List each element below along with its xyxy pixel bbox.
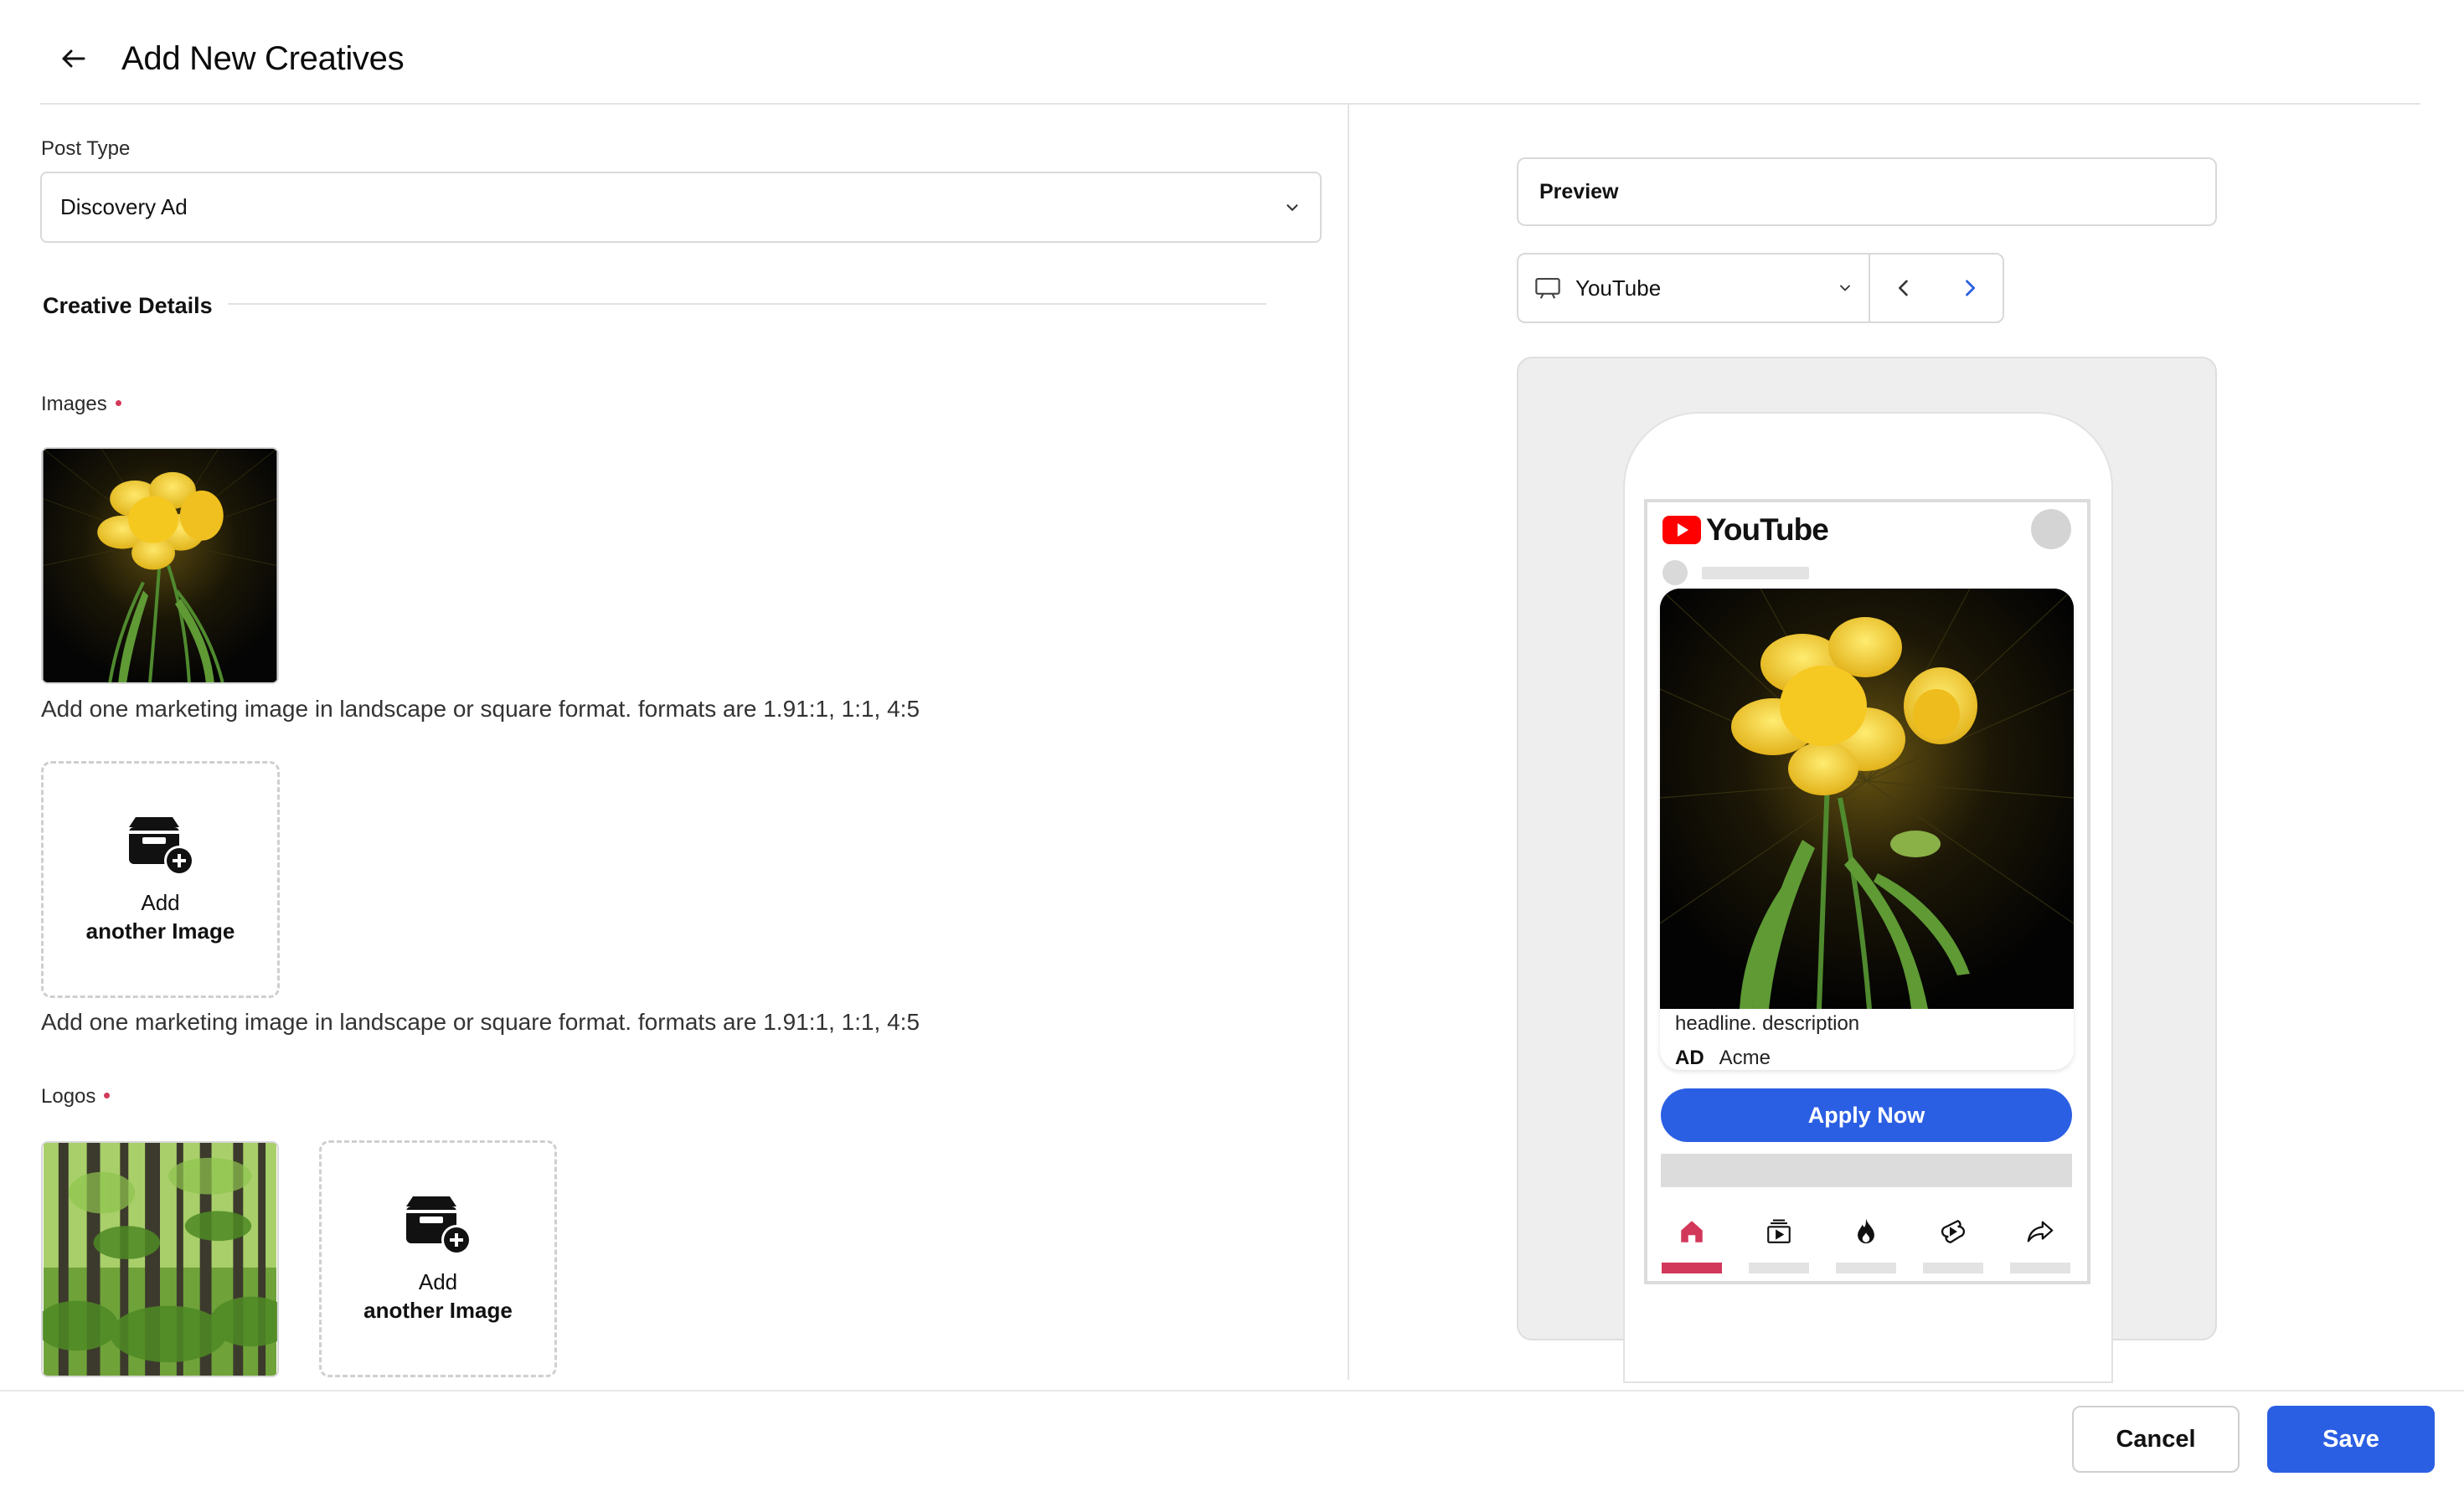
- save-button[interactable]: Save: [2267, 1406, 2435, 1473]
- home-icon: [1681, 1221, 1703, 1242]
- ad-badge: AD: [1675, 1047, 1704, 1069]
- add-logo-button[interactable]: Add another Image: [319, 1140, 557, 1377]
- logos-label-text: Logos: [41, 1085, 96, 1108]
- daffodil-image: [43, 449, 277, 682]
- youtube-logo: YouTube: [1662, 512, 1829, 548]
- post-type-label: Post Type: [41, 137, 131, 160]
- ad-brand: Acme: [1719, 1047, 1771, 1069]
- tab-share[interactable]: [2010, 1214, 2070, 1274]
- images-helper-text-2: Add one marketing image in landscape or …: [41, 1009, 920, 1035]
- footer-divider: [0, 1390, 2464, 1392]
- add-logo-label-1: Add: [418, 1268, 458, 1294]
- inbox-add-icon: [128, 816, 194, 876]
- image-thumbnail[interactable]: [41, 447, 279, 684]
- tab-indicator: [1662, 1263, 1722, 1273]
- images-helper-text: Add one marketing image in landscape or …: [41, 696, 920, 722]
- youtube-wordmark: YouTube: [1706, 512, 1829, 547]
- platform-value: YouTube: [1575, 275, 1662, 301]
- inbox-add-icon: [406, 1196, 472, 1255]
- cancel-button[interactable]: Cancel: [2072, 1406, 2240, 1473]
- tab-shorts[interactable]: [1923, 1214, 1983, 1274]
- logo-thumbnail[interactable]: [41, 1141, 279, 1377]
- tab-indicator: [1923, 1263, 1983, 1273]
- logos-label: Logos: [41, 1084, 111, 1109]
- chevron-down-icon: [1286, 203, 1298, 211]
- tab-indicator: [1749, 1263, 1809, 1273]
- arrow-left-icon: [62, 49, 85, 68]
- chevron-left-icon: [1898, 280, 1908, 296]
- subscriptions-icon: [1767, 1219, 1791, 1243]
- prev-button[interactable]: [1884, 268, 1924, 308]
- skeleton-line: [1702, 567, 1809, 579]
- ad-meta: AD Acme: [1675, 1046, 1771, 1071]
- add-image-label-1: Add: [141, 889, 180, 915]
- chevron-down-icon: [1840, 285, 1850, 291]
- monitor-icon: [1535, 278, 1560, 299]
- tab-indicator: [1836, 1263, 1896, 1273]
- required-indicator: [115, 400, 121, 407]
- forest-image: [43, 1143, 277, 1376]
- avatar: [2031, 509, 2071, 549]
- skeleton-bar: [1661, 1154, 2072, 1187]
- tab-indicator: [2010, 1263, 2070, 1273]
- trending-icon: [1858, 1218, 1874, 1244]
- platform-select[interactable]: YouTube: [1518, 255, 1870, 322]
- shorts-icon: [1941, 1219, 1966, 1243]
- daffodil-image: [1660, 589, 2074, 1010]
- apply-now-button[interactable]: Apply Now: [1661, 1088, 2072, 1142]
- post-type-value: Discovery Ad: [60, 194, 188, 219]
- page-title: Add New Creatives: [121, 40, 405, 77]
- images-label: Images: [41, 392, 121, 417]
- ad-card: [1660, 589, 2074, 1070]
- post-type-select[interactable]: Discovery Ad: [40, 172, 1322, 243]
- platform-selector-group: YouTube: [1517, 253, 2004, 323]
- youtube-play-icon: [1662, 516, 1701, 544]
- add-image-button[interactable]: Add another Image: [41, 761, 280, 998]
- preview-title: Preview: [1539, 179, 1619, 203]
- skeleton-circle: [1662, 560, 1688, 585]
- share-icon: [2027, 1221, 2054, 1242]
- ad-image: [1660, 589, 2074, 1010]
- required-indicator: [104, 1093, 111, 1099]
- next-button[interactable]: [1950, 268, 1990, 308]
- header-divider: [40, 103, 2420, 105]
- tab-trending[interactable]: [1836, 1214, 1896, 1274]
- chevron-right-icon: [1965, 280, 1975, 296]
- back-button[interactable]: [55, 40, 92, 77]
- tab-home[interactable]: [1662, 1214, 1722, 1274]
- panel-divider: [1348, 105, 1349, 1380]
- section-divider: [228, 303, 1266, 305]
- preview-nav: [1870, 255, 2003, 322]
- preview-field[interactable]: Preview: [1517, 157, 2217, 226]
- ad-headline: headline. description: [1675, 1012, 1860, 1035]
- add-logo-label-2: another Image: [363, 1297, 513, 1323]
- creative-details-title: Creative Details: [43, 293, 213, 318]
- add-image-label-2: another Image: [85, 918, 235, 944]
- images-label-text: Images: [41, 393, 107, 415]
- tab-subscriptions[interactable]: [1749, 1214, 1809, 1274]
